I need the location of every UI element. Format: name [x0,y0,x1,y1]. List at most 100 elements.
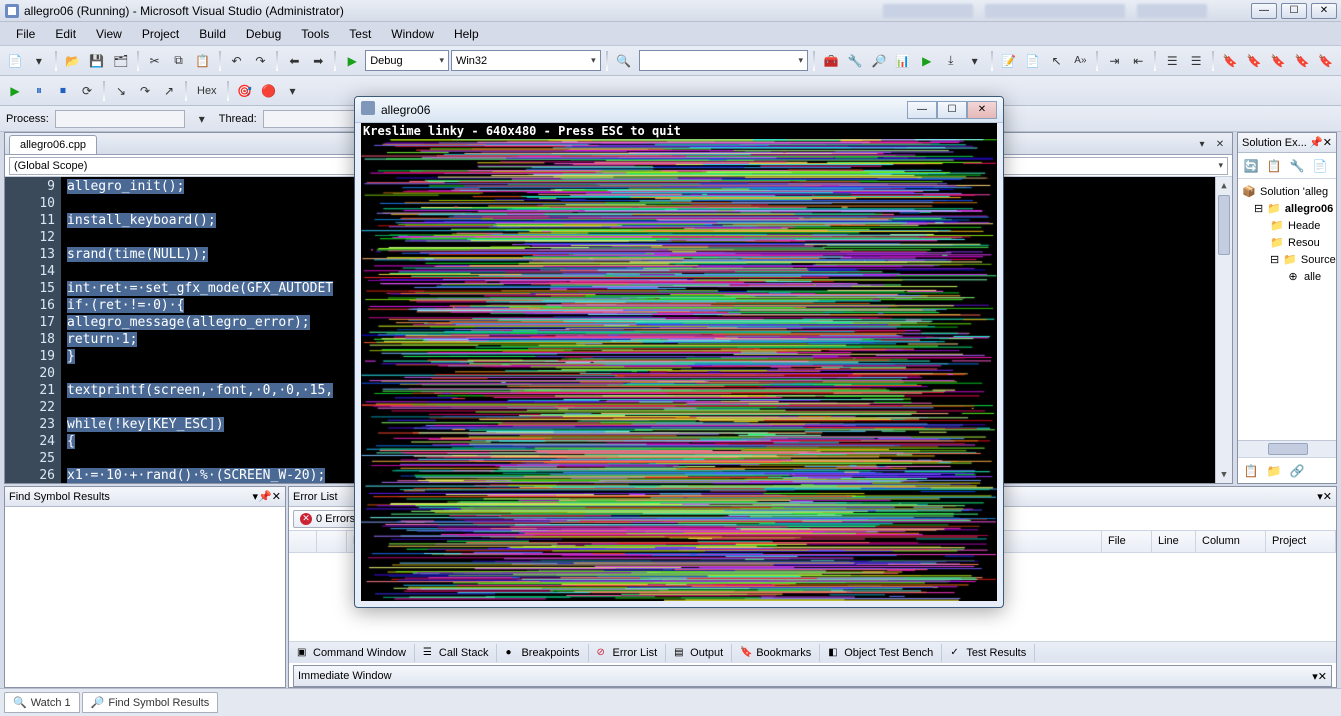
tab-breakpoints[interactable]: ●Breakpoints [497,644,588,662]
open-button[interactable]: 📂 [62,50,84,72]
menu-test[interactable]: Test [339,24,381,44]
solution-tree[interactable]: 📦 Solution 'alleg ⊟ 📁 allegro06 📁 Heade … [1238,179,1336,440]
config-dropdown[interactable]: Debug▾ [365,50,449,71]
platform-dropdown[interactable]: Win32▾ [451,50,601,71]
process-arrow[interactable]: ▾ [191,108,213,130]
btb-2[interactable]: 📁 [1263,460,1285,482]
tab-test-results[interactable]: ✓Test Results [942,644,1035,662]
bookmark5-button[interactable]: 🔖 [1315,50,1337,72]
find-dropdown[interactable]: ▾ [639,50,809,71]
maximize-button[interactable]: ☐ [1281,3,1307,19]
solution-header[interactable]: Solution Ex... 📌 ✕ [1238,133,1336,153]
overflow-button[interactable]: ▾ [282,80,304,102]
tab-object-test-bench[interactable]: ◧Object Test Bench [820,644,942,662]
code-body[interactable]: allegro_init();install_keyboard();srand(… [61,177,333,483]
app-title-bar[interactable]: allegro06 — ☐ ✕ [355,97,1003,123]
app-maximize-button[interactable]: ☐ [937,101,967,119]
uncomment-button[interactable]: 📄 [1022,50,1044,72]
tree-file[interactable]: ⊕ alle [1242,268,1332,285]
menu-help[interactable]: Help [444,24,489,44]
tab-output[interactable]: ▤Output [666,644,732,662]
indent-button[interactable]: ⇥ [1103,50,1125,72]
tab-call-stack[interactable]: ☰Call Stack [415,644,498,662]
pin-icon[interactable]: 📌 [1309,136,1323,149]
new-item-button[interactable]: ▾ [28,50,50,72]
scroll-up-icon[interactable]: ▲ [1216,177,1232,194]
tree-solution[interactable]: 📦 Solution 'alleg [1242,183,1332,200]
find-button[interactable]: 🔍 [613,50,635,72]
col-column[interactable]: Column [1196,531,1266,552]
breakpoints-button[interactable]: 🎯 [234,80,256,102]
save-all-button[interactable]: 🗂 [110,50,132,72]
menu-debug[interactable]: Debug [236,24,291,44]
process-field[interactable] [55,110,185,128]
continue-button[interactable]: ▶ [4,80,26,102]
step-into-button[interactable]: ↘ [110,80,132,102]
solution-hscroll[interactable] [1238,440,1336,457]
bookmark4-button[interactable]: 🔖 [1291,50,1313,72]
new-project-button[interactable]: 📄 [4,50,26,72]
close-button[interactable]: ✕ [1311,3,1337,19]
redo-button[interactable]: ↷ [249,50,271,72]
menu-tools[interactable]: Tools [291,24,339,44]
step-button[interactable]: ⤓ [940,50,962,72]
bookmark3-button[interactable]: 🔖 [1267,50,1289,72]
minimize-button[interactable]: — [1251,3,1277,19]
tab-error-list[interactable]: ⊘Error List [589,644,667,662]
editor-scrollbar[interactable]: ▲ ▼ [1215,177,1232,483]
format2-button[interactable]: ☰ [1185,50,1207,72]
bookmark2-button[interactable]: 🔖 [1243,50,1265,72]
restart-button[interactable]: ⟳ [76,80,98,102]
col-file[interactable]: File [1102,531,1152,552]
save-button[interactable]: 💾 [86,50,108,72]
class-view-button[interactable]: 📊 [892,50,914,72]
expand-icon[interactable]: ⊟ [1270,253,1279,266]
menu-edit[interactable]: Edit [45,24,86,44]
toolbar-overflow[interactable]: ▾ [964,50,986,72]
properties-icon[interactable]: 🔧 [1286,155,1308,177]
btb-3[interactable]: 🔗 [1286,460,1308,482]
close-panel-icon[interactable]: ✕ [1323,136,1332,149]
scroll-thumb[interactable] [1218,195,1230,255]
start-button[interactable]: ▶ [341,50,363,72]
view-code-icon[interactable]: 📄 [1309,155,1331,177]
find-symbol-header[interactable]: Find Symbol Results ▾ 📌 ✕ [5,487,285,507]
col-project[interactable]: Project [1266,531,1336,552]
btb-1[interactable]: 📋 [1240,460,1262,482]
comment-button[interactable]: 📝 [998,50,1020,72]
col-num[interactable] [317,531,347,552]
tree-folder-headers[interactable]: 📁 Heade [1242,217,1332,234]
tab-allegro06[interactable]: allegro06.cpp [9,135,97,154]
tree-project[interactable]: ⊟ 📁 allegro06 [1242,200,1332,217]
close-icon[interactable]: ✕ [272,490,281,503]
app-minimize-button[interactable]: — [907,101,937,119]
col-line[interactable]: Line [1152,531,1196,552]
hex-button[interactable]: Hex [192,80,222,102]
step-out-button[interactable]: ↗ [158,80,180,102]
nav-fwd-button[interactable]: ➡ [307,50,329,72]
step-over-button[interactable]: ↷ [134,80,156,102]
expand-icon[interactable]: ⊟ [1254,202,1263,215]
pause-button[interactable]: ⏸ [28,80,50,102]
status-tab-watch[interactable]: 🔍 Watch 1 [4,692,80,713]
watch-button[interactable]: 🔴 [258,80,280,102]
text-button[interactable]: A» [1069,50,1091,72]
running-app-window[interactable]: allegro06 — ☐ ✕ Kreslime linky - 640x480… [354,96,1004,608]
outdent-button[interactable]: ⇤ [1127,50,1149,72]
scroll-down-icon[interactable]: ▼ [1216,466,1232,483]
object-browser-button[interactable]: 🔎 [868,50,890,72]
close-icon[interactable]: ✕ [1318,670,1327,683]
toolbox-button[interactable]: 🧰 [820,50,842,72]
cut-button[interactable]: ✂ [144,50,166,72]
refresh-icon[interactable]: 🔄 [1240,155,1262,177]
bookmark1-button[interactable]: 🔖 [1219,50,1241,72]
scroll-thumb[interactable] [1268,443,1308,455]
start-debug-button[interactable]: ▶ [916,50,938,72]
format1-button[interactable]: ☰ [1161,50,1183,72]
close-icon[interactable]: ✕ [1323,490,1332,503]
col-icon[interactable] [289,531,317,552]
tree-folder-resources[interactable]: 📁 Resou [1242,234,1332,251]
app-close-button[interactable]: ✕ [967,101,997,119]
cursor-button[interactable]: ↖ [1046,50,1068,72]
properties-button[interactable]: 🔧 [844,50,866,72]
